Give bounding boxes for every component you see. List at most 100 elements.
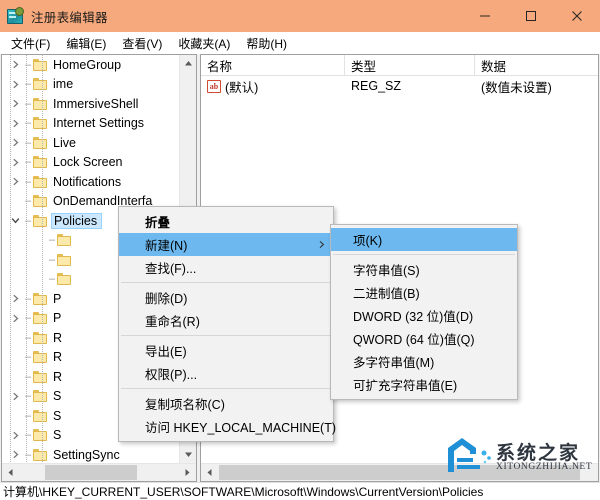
tree-item-label: SettingSync (53, 447, 120, 462)
registry-editor-window: 注册表编辑器 文件(F) 编辑(E) 查看(V) 收藏夹(A) 帮助(H) – H… (0, 0, 600, 500)
tree-connector: – (24, 195, 32, 208)
tree-item-ime[interactable]: – ime (2, 75, 180, 95)
column-header-data[interactable]: 数据 (475, 55, 598, 76)
menu-item-1[interactable]: 新建(N) (119, 233, 333, 256)
menu-view[interactable]: 查看(V) (117, 33, 173, 54)
folder-icon (57, 273, 72, 286)
tree-item-live[interactable]: – Live (2, 133, 180, 153)
scroll-down-icon[interactable] (180, 446, 196, 463)
tree-connector: – (24, 175, 32, 188)
folder-icon (33, 312, 48, 325)
menu-item-label: 项(K) (353, 234, 383, 248)
tree-item-label: R (53, 350, 63, 365)
values-horizontal-scrollbar[interactable] (201, 463, 598, 481)
tree-connector: – (48, 273, 56, 286)
tree-connector: – (24, 448, 32, 461)
tree-item-label: HomeGroup (53, 57, 122, 72)
tree-connector: – (24, 156, 32, 169)
tree-connector: – (24, 136, 32, 149)
folder-icon (33, 195, 48, 208)
tree-connector: – (24, 292, 32, 305)
tree-connector: – (48, 253, 56, 266)
menu-favorites[interactable]: 收藏夹(A) (173, 33, 241, 54)
chevron-right-icon (318, 238, 325, 252)
tree-item-notifications[interactable]: – Notifications (2, 172, 180, 192)
folder-icon (33, 370, 48, 383)
menu-edit[interactable]: 编辑(E) (61, 33, 117, 54)
menu-separator (333, 254, 515, 255)
scroll-right-icon[interactable] (179, 464, 196, 481)
menu-item-label: QWORD (64 位)值(Q) (353, 333, 475, 347)
new-submenu[interactable]: 项(K) 字符串值(S) 二进制值(B) DWORD (32 位)值(D) QWORD … (330, 224, 518, 400)
tree-item-label: P (53, 311, 62, 326)
tree-connector: – (24, 370, 32, 383)
menu-item-4[interactable]: DWORD (32 位)值(D) (331, 304, 517, 327)
menu-item-label: 折叠 (145, 216, 171, 230)
tree-guide-line (42, 55, 43, 463)
menu-item-0[interactable]: 折叠 (119, 210, 333, 233)
folder-icon (33, 351, 48, 364)
table-row[interactable]: ab (默认) REG_SZ (数值未设置) (201, 76, 598, 96)
menu-item-5[interactable]: 重命名(R) (119, 309, 333, 332)
menu-item-2[interactable]: 查找(F)... (119, 256, 333, 279)
menu-item-4[interactable]: 删除(D) (119, 286, 333, 309)
tree-item-label: Internet Settings (53, 116, 145, 131)
menu-item-label: 字符串值(S) (353, 264, 420, 278)
status-bar: 计算机\HKEY_CURRENT_USER\SOFTWARE\Microsoft… (0, 482, 600, 500)
tree-item-settingsync[interactable]: – SettingSync (2, 445, 180, 463)
value-data-cell: (数值未设置) (481, 80, 552, 95)
tree-connector: – (24, 97, 32, 110)
tree-item-label: R (53, 369, 63, 384)
folder-icon (33, 429, 48, 442)
menu-item-7[interactable]: 可扩充字符串值(E) (331, 373, 517, 396)
column-header-type[interactable]: 类型 (345, 55, 475, 76)
menu-help[interactable]: 帮助(H) (241, 33, 298, 54)
menu-item-label: DWORD (32 位)值(D) (353, 310, 474, 324)
tree-hscroll-thumb[interactable] (45, 465, 137, 480)
tree-item-label: ImmersiveShell (53, 96, 139, 111)
tree-connector: – (24, 351, 32, 364)
folder-icon (33, 409, 48, 422)
scroll-up-icon[interactable] (180, 55, 196, 72)
values-hscroll-thumb[interactable] (219, 465, 580, 480)
menu-item-7[interactable]: 导出(E) (119, 339, 333, 362)
menu-item-5[interactable]: QWORD (64 位)值(Q) (331, 327, 517, 350)
menu-separator (121, 335, 331, 336)
values-scroll-left-icon[interactable] (201, 464, 218, 481)
menu-item-label: 二进制值(B) (353, 287, 420, 301)
column-header-name[interactable]: 名称 (201, 55, 345, 76)
minimize-button[interactable] (462, 0, 508, 32)
folder-icon (33, 136, 48, 149)
tree-horizontal-scrollbar[interactable] (2, 463, 196, 481)
menu-file[interactable]: 文件(F) (6, 33, 61, 54)
folder-icon (57, 234, 72, 247)
folder-icon (33, 156, 48, 169)
folder-icon (33, 214, 48, 227)
menu-item-label: 导出(E) (145, 345, 187, 359)
close-button[interactable] (554, 0, 600, 32)
tree-context-menu[interactable]: 折叠新建(N) 查找(F)... 删除(D) 重命名(R) 导出(E) 权限(P)... 复… (118, 206, 336, 442)
value-type-cell: REG_SZ (351, 79, 402, 93)
folder-icon (33, 448, 48, 461)
tree-item-homegroup[interactable]: – HomeGroup (2, 55, 180, 75)
status-path: 计算机\HKEY_CURRENT_USER\SOFTWARE\Microsoft… (3, 485, 484, 499)
menu-item-8[interactable]: 权限(P)... (119, 362, 333, 385)
menu-bar: 文件(F) 编辑(E) 查看(V) 收藏夹(A) 帮助(H) (0, 32, 600, 54)
scroll-left-icon[interactable] (2, 464, 19, 481)
folder-icon (33, 331, 48, 344)
menu-item-0[interactable]: 项(K) (331, 228, 517, 251)
tree-item-internet-settings[interactable]: – Internet Settings (2, 114, 180, 134)
maximize-button[interactable] (508, 0, 554, 32)
menu-item-2[interactable]: 字符串值(S) (331, 258, 517, 281)
menu-item-11[interactable]: 访问 HKEY_LOCAL_MACHINE(T) (119, 415, 336, 438)
tree-guide-line (10, 55, 11, 463)
title-bar: 注册表编辑器 (0, 0, 600, 32)
menu-item-10[interactable]: 复制项名称(C) (119, 392, 333, 415)
tree-item-immersiveshell[interactable]: – ImmersiveShell (2, 94, 180, 114)
menu-item-6[interactable]: 多字符串值(M) (331, 350, 517, 373)
tree-connector: – (24, 390, 32, 403)
tree-item-label: S (53, 389, 62, 404)
menu-item-3[interactable]: 二进制值(B) (331, 281, 517, 304)
tree-item-lock-screen[interactable]: – Lock Screen (2, 153, 180, 173)
tree-connector: – (24, 78, 32, 91)
